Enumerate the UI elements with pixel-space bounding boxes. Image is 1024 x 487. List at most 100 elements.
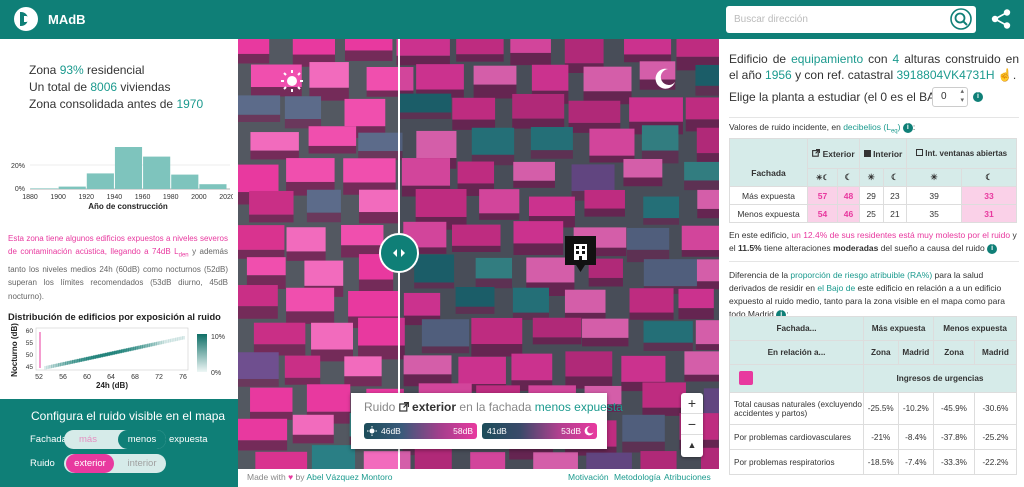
zoom-in-button[interactable]: + [681, 393, 703, 414]
heatmap-cell [182, 336, 185, 340]
facade-option-less[interactable]: menos [118, 430, 166, 449]
table-header: Interior [858, 138, 908, 169]
building-block [306, 384, 351, 412]
facade-suffix: expuesta [169, 434, 208, 445]
day-max: 58dB [453, 426, 473, 436]
window-icon [916, 149, 924, 156]
footer: Made with ♥ by Abel Vázquez Montoro Moti… [238, 469, 719, 487]
histogram-bar [58, 186, 86, 189]
building-block [358, 189, 400, 213]
motivation-link[interactable]: Motivación [568, 472, 609, 482]
x-tick-label: 52 [35, 374, 43, 381]
building-side [358, 279, 394, 293]
table-row: Total causas naturales (excluyendo accid… [729, 392, 1018, 425]
x-tick-label: 1880 [22, 194, 38, 201]
compare-handle-icon[interactable] [379, 233, 419, 273]
floor-prompt: Elige la planta a estudiar (el 0 es el B… [729, 90, 958, 104]
building-block [286, 158, 335, 182]
building-side [286, 251, 326, 261]
building-side [344, 50, 393, 61]
building-block [343, 158, 396, 183]
night-noise-scale: 41dB 53dB [482, 423, 597, 439]
building-block [238, 164, 279, 193]
building-block [284, 355, 321, 378]
building-block [311, 322, 353, 350]
open-external-icon [398, 402, 409, 412]
table-header: Int. ventanas abiertas [906, 138, 1017, 169]
noise-label: Ruido [30, 458, 55, 469]
table-row: Más expuesta 57 48 29 23 39 33 [729, 186, 1017, 205]
compass-button[interactable]: ▲ [681, 435, 703, 456]
residential-share: Zona 93% residencial [29, 63, 145, 77]
zoom-control: + − ▲ [681, 393, 703, 457]
building-block [238, 418, 288, 441]
building-panel: Edificio de equipamiento con 4 alturas c… [719, 39, 1024, 487]
moon-icon: ☾ [837, 168, 860, 187]
sun-icon [281, 70, 303, 92]
heart-icon: ♥ [288, 472, 294, 482]
moon-icon [655, 68, 675, 89]
methodology-link[interactable]: Metodología [614, 472, 661, 482]
app-title[interactable]: MAdB [48, 12, 86, 27]
floor-input[interactable]: 0 ▴ ▾ [932, 87, 968, 107]
divider [729, 117, 1019, 118]
attributions-link[interactable]: Atribuciones [664, 472, 711, 482]
x-tick-label: 1920 [78, 194, 94, 201]
building-block [306, 189, 341, 213]
building-block [292, 414, 334, 435]
noise-config-panel: Configura el ruido visible en el mapa Fa… [0, 399, 238, 487]
author-link[interactable]: Abel Vázquez Montoro [306, 472, 392, 482]
x-axis-label: Año de construcción [88, 202, 168, 211]
building-block [344, 98, 386, 127]
y-tick-label: 45 [26, 364, 34, 371]
night-max: 53dB [561, 426, 581, 436]
building-marker-icon[interactable] [565, 236, 596, 272]
residents-annoyance: En este edificio, un 12.4% de sus reside… [729, 230, 1017, 254]
credits: Made with ♥ by Abel Vázquez Montoro [247, 472, 393, 482]
building-block [311, 445, 356, 469]
info-icon[interactable]: i [902, 122, 913, 133]
x-tick-label: 60 [83, 374, 91, 381]
day-night-icon: ☀☾ [806, 168, 839, 187]
divider [729, 261, 1019, 262]
histogram-bar [114, 147, 143, 189]
sun-icon: ☀ [858, 168, 884, 187]
x-axis-label: 24h (dB) [96, 381, 128, 390]
x-tick-label: 2000 [191, 194, 207, 201]
y-axis-label: Nocturno (dB) [10, 323, 19, 377]
building-side [284, 377, 321, 385]
cadastral-ref-link[interactable]: 3918804VK4731H [896, 68, 994, 82]
noise-option-exterior[interactable]: exterior [66, 454, 114, 473]
share-icon[interactable] [990, 8, 1012, 30]
zoom-out-button[interactable]: − [681, 414, 703, 435]
histogram-bar [86, 173, 114, 189]
x-tick-label: 72 [155, 374, 163, 381]
info-icon[interactable]: i [973, 92, 983, 102]
building-side [238, 440, 288, 451]
building-block [286, 287, 335, 312]
building-description: Edificio de equipamiento con 4 alturas c… [729, 52, 1020, 82]
noise-toggle[interactable]: exterior interior [64, 454, 166, 473]
logo-icon[interactable] [14, 7, 38, 31]
search-input[interactable] [726, 6, 976, 33]
search-icon[interactable] [950, 8, 972, 30]
facade-label: Fachada [30, 434, 67, 445]
sun-icon [367, 426, 377, 436]
consolidation-year: Zona consolidada antes de 1970 [29, 97, 204, 111]
building-block [250, 132, 299, 151]
info-icon[interactable]: i [987, 243, 998, 254]
x-tick-label: 1960 [135, 194, 151, 201]
noise-option-interior[interactable]: interior [118, 454, 166, 473]
building-block [238, 95, 281, 115]
facade-option-more[interactable]: más [64, 430, 112, 449]
table-row: Por problemas respiratorios -18.5% -7.4%… [729, 449, 1018, 475]
building-block [255, 451, 308, 469]
building-block [341, 224, 384, 246]
histogram-bar [171, 174, 199, 189]
facade-toggle[interactable]: más menos [64, 430, 166, 449]
scale-min-label: 0% [211, 370, 221, 377]
building-block [286, 227, 326, 252]
building-side [238, 378, 279, 387]
noise-values-table: Fachada Exterior Interior Int. ventanas … [729, 138, 1017, 223]
building-block [358, 132, 403, 152]
